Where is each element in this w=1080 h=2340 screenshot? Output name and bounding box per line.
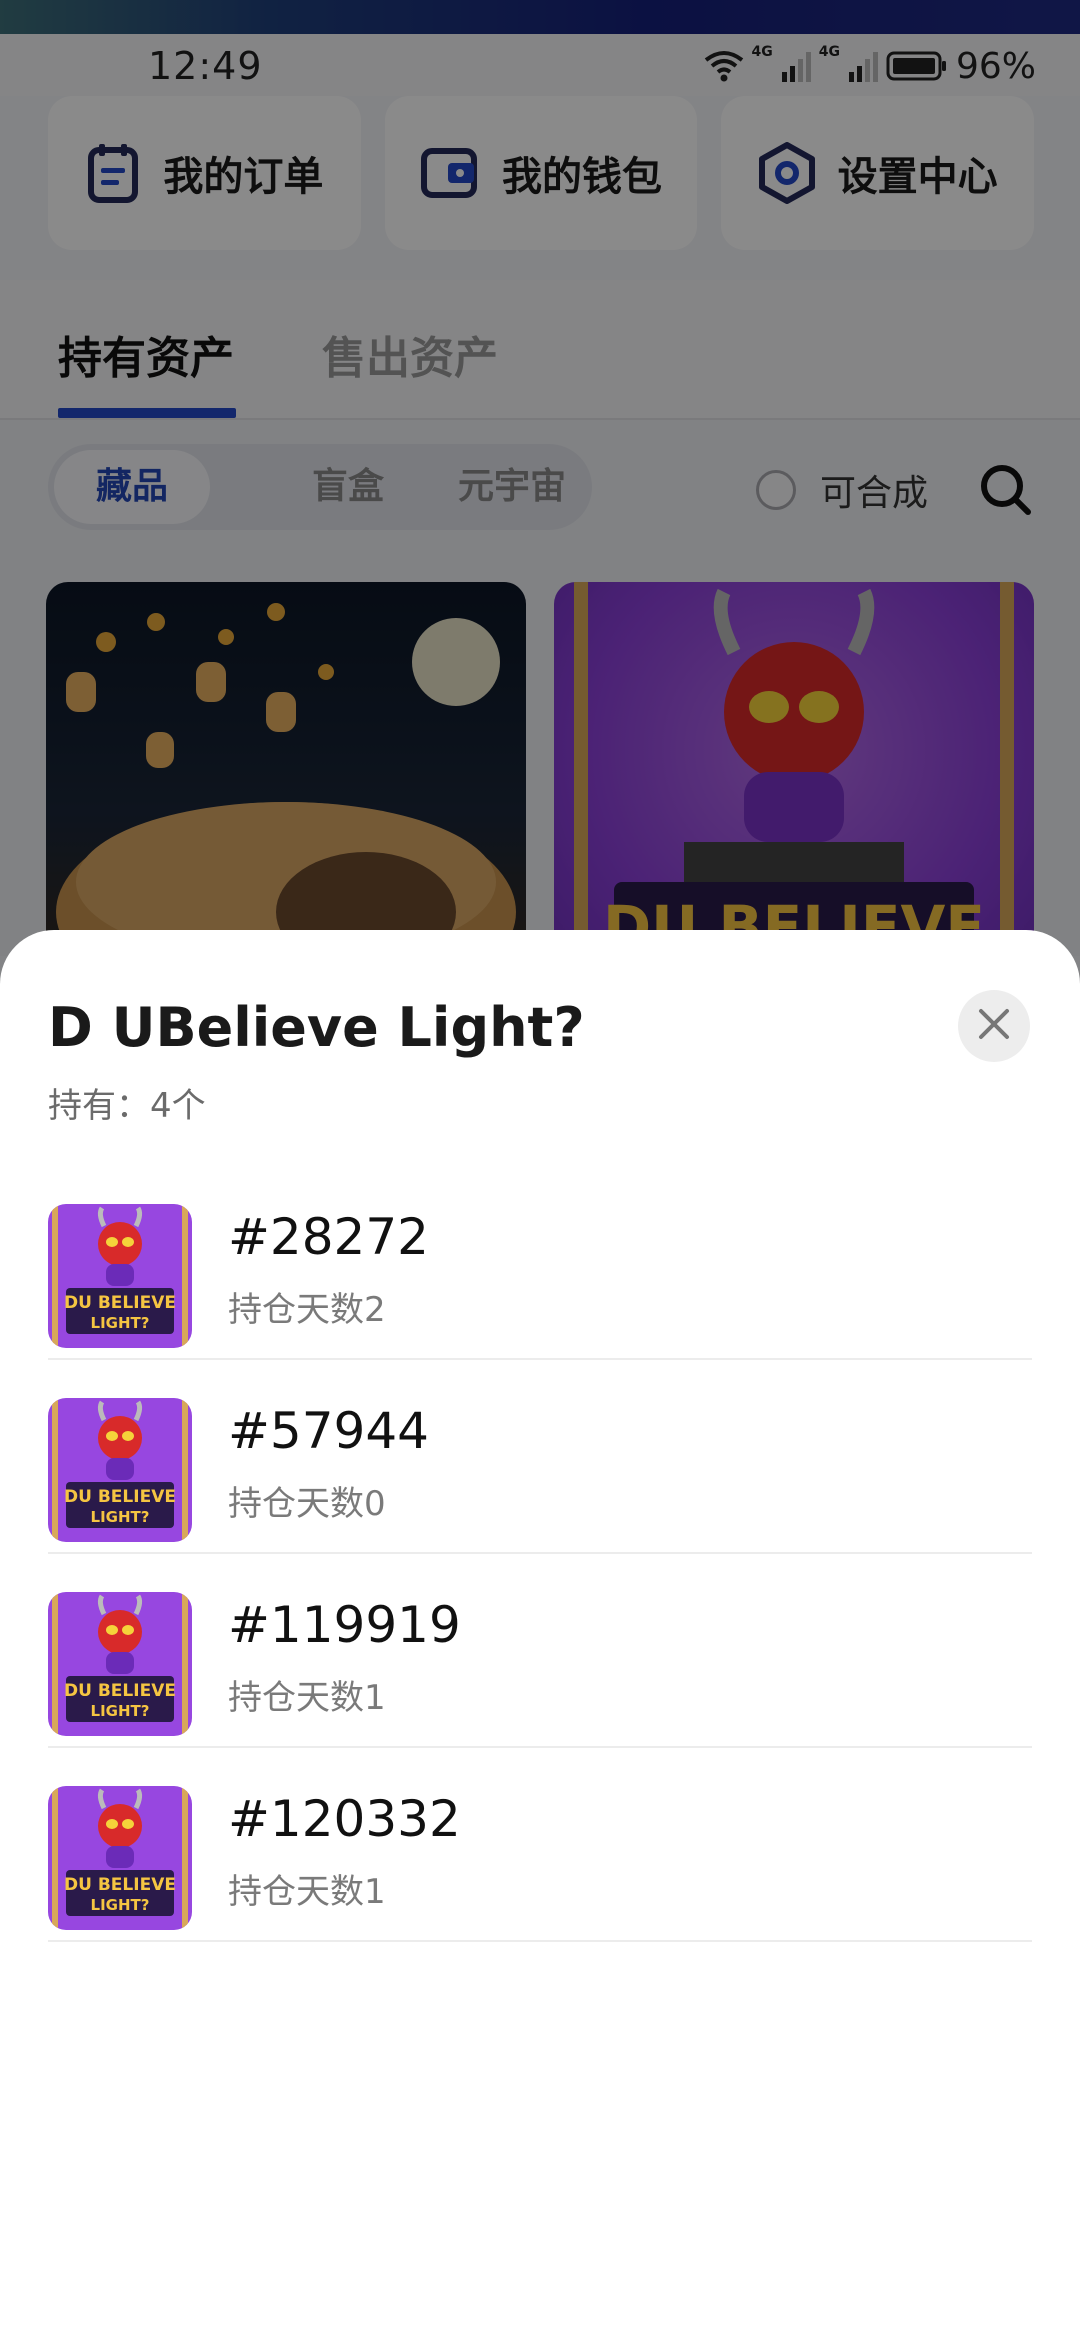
svg-text:DU BELIEVE: DU BELIEVE (64, 1487, 176, 1507)
svg-text:LIGHT?: LIGHT? (91, 1702, 150, 1720)
item-thumbnail: DU BELIEVE LIGHT? (48, 1204, 192, 1348)
token-id: #28272 (228, 1208, 429, 1266)
list-item[interactable]: DU BELIEVE LIGHT? #28272 持仓天数2 (48, 1166, 1032, 1360)
holdings-bottom-sheet: D UBelieve Light? 持有：4个 DU BELIEVE LIGHT… (0, 930, 1080, 2340)
app-screen: 12:49 4G 4G 96% 我的订单 我的钱包 设置中心 持有资产 售出资产… (0, 0, 1080, 2340)
item-thumbnail: DU BELIEVE LIGHT? (48, 1786, 192, 1930)
holding-days: 持仓天数2 (228, 1290, 386, 1330)
close-button[interactable] (958, 990, 1030, 1062)
list-item[interactable]: DU BELIEVE LIGHT? #120332 持仓天数1 (48, 1748, 1032, 1942)
token-id: #57944 (228, 1402, 429, 1460)
svg-text:LIGHT?: LIGHT? (91, 1896, 150, 1914)
holding-days: 持仓天数1 (228, 1872, 386, 1912)
item-thumbnail: DU BELIEVE LIGHT? (48, 1592, 192, 1736)
list-item[interactable]: DU BELIEVE LIGHT? #57944 持仓天数0 (48, 1360, 1032, 1554)
token-id: #119919 (228, 1596, 461, 1654)
svg-text:DU BELIEVE: DU BELIEVE (64, 1293, 176, 1313)
svg-text:DU BELIEVE: DU BELIEVE (64, 1875, 176, 1895)
holding-days: 持仓天数1 (228, 1678, 386, 1718)
holding-days: 持仓天数0 (228, 1484, 386, 1524)
holding-count: 持有：4个 (48, 1086, 206, 1126)
close-icon (977, 1007, 1011, 1045)
svg-text:DU BELIEVE: DU BELIEVE (64, 1681, 176, 1701)
sheet-title: D UBelieve Light? (48, 996, 585, 1059)
holdings-list: DU BELIEVE LIGHT? #28272 持仓天数2 DU BELIEV… (48, 1166, 1032, 1942)
svg-text:LIGHT?: LIGHT? (91, 1508, 150, 1526)
list-item[interactable]: DU BELIEVE LIGHT? #119919 持仓天数1 (48, 1554, 1032, 1748)
svg-text:LIGHT?: LIGHT? (91, 1314, 150, 1332)
item-thumbnail: DU BELIEVE LIGHT? (48, 1398, 192, 1542)
token-id: #120332 (228, 1790, 461, 1848)
